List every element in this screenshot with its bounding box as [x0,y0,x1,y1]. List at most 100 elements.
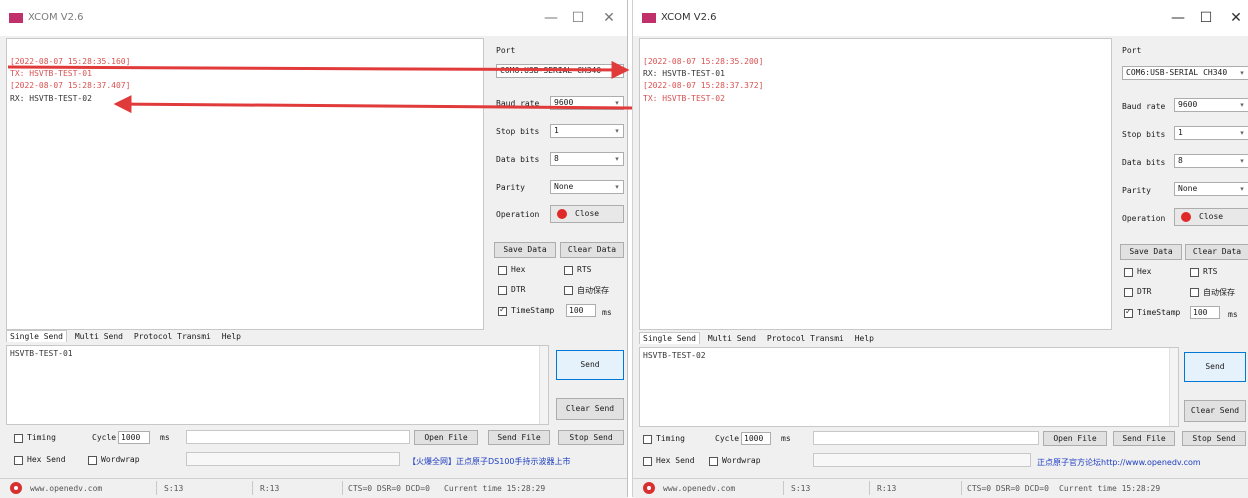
baud-rate-value: 9600 [554,98,574,107]
baud-rate-select[interactable]: 9600 ▾ [550,96,624,110]
receive-line: TX: HSVTB-TEST-01 [10,69,92,78]
timestamp-input[interactable]: 100 [1190,306,1220,319]
auto-save-checkbox[interactable] [564,286,573,295]
tab-single-send[interactable]: Single Send [639,332,700,344]
tab-help[interactable]: Help [852,333,877,344]
timing-checkbox[interactable] [14,434,23,443]
website-link[interactable]: www.openedv.com [663,484,735,493]
website-link[interactable]: www.openedv.com [30,484,102,493]
send-file-button[interactable]: Send File [1113,431,1175,446]
send-file-button[interactable]: Send File [488,430,550,445]
cycle-input[interactable]: 1000 [741,432,771,445]
settings-gear-icon[interactable] [643,482,655,494]
auto-save-checkbox[interactable] [1190,288,1199,297]
clear-data-button[interactable]: Clear Data [1185,244,1248,260]
send-text: HSVTB-TEST-02 [643,351,706,360]
dtr-checkbox[interactable] [498,286,507,295]
stop-bits-select[interactable]: 1 ▾ [1174,126,1248,140]
hex-send-label: Hex Send [27,455,66,464]
send-scrollbar[interactable] [539,346,548,424]
data-bits-select[interactable]: 8 ▾ [550,152,624,166]
parity-value: None [554,182,574,191]
close-port-button[interactable]: Close [550,205,624,223]
close-window-button[interactable]: ✕ [598,7,620,29]
app-logo-icon [9,13,23,23]
rts-checkbox[interactable] [1190,268,1199,277]
wordwrap-label: Wordwrap [101,455,140,464]
announcement-link[interactable]: 【火爆全网】正点原子DS100手持示波器上市 [408,456,571,467]
dtr-checkbox[interactable] [1124,288,1133,297]
cycle-label: Cycle [715,434,740,443]
received-count: R:13 [877,484,897,493]
xcom-window-left: XCOM V2.6 — ☐ ✕ [2022-08-07 15:28:35.160… [0,0,628,498]
minimize-button[interactable]: — [540,7,562,29]
close-window-button[interactable]: ✕ [1225,7,1247,29]
file-path-field[interactable] [813,431,1039,445]
hex-send-checkbox[interactable] [643,457,652,466]
progress-field [186,452,400,466]
clear-send-button[interactable]: Clear Send [556,398,624,420]
send-scrollbar[interactable] [1169,348,1178,426]
tab-multi-send[interactable]: Multi Send [72,331,126,342]
settings-panel: Port COM6:USB-SERIAL CH340 ▾ Baud rate 96… [1116,38,1248,328]
current-time: Current time 15:28:29 [1059,484,1161,493]
stop-send-button[interactable]: Stop Send [1182,431,1246,446]
tab-single-send[interactable]: Single Send [6,330,67,342]
wordwrap-checkbox[interactable] [88,456,97,465]
timestamp-checkbox[interactable] [498,305,507,316]
tab-help[interactable]: Help [219,331,244,342]
app-logo-icon [642,13,656,23]
settings-gear-icon[interactable] [10,482,22,494]
tab-protocol[interactable]: Protocol Transmi [764,333,847,344]
stop-bits-label: Stop bits [496,127,540,136]
receive-area[interactable]: [2022-08-07 15:28:35.200] RX: HSVTB-TEST… [639,38,1112,330]
hex-checkbox[interactable] [498,266,507,275]
stop-bits-select[interactable]: 1 ▾ [550,124,624,138]
port-select[interactable]: COM6:USB-SERIAL CH340 ▾ [1122,66,1248,80]
stop-send-button[interactable]: Stop Send [558,430,624,445]
stop-bits-value: 1 [554,126,559,135]
dtr-label: DTR [1137,287,1152,296]
data-bits-select[interactable]: 8 ▾ [1174,154,1248,168]
clear-data-button[interactable]: Clear Data [560,242,624,258]
maximize-button[interactable]: ☐ [1195,7,1217,29]
auto-save-label: 自动保存 [577,286,609,295]
send-input[interactable]: HSVTB-TEST-02 [639,347,1179,427]
close-port-button[interactable]: Close [1174,208,1248,226]
timestamp-input[interactable]: 100 [566,304,596,317]
save-data-button[interactable]: Save Data [494,242,556,258]
parity-select[interactable]: None ▾ [550,180,624,194]
title-bar[interactable]: XCOM V2.6 — ☐ ✕ [0,0,627,36]
rts-checkbox[interactable] [564,266,573,275]
wordwrap-checkbox[interactable] [709,457,718,466]
timestamp-checkbox[interactable] [1124,307,1133,318]
send-button[interactable]: Send [1184,352,1246,382]
hex-send-checkbox[interactable] [14,456,23,465]
cycle-input[interactable]: 1000 [118,431,150,444]
status-separator [869,481,870,495]
title-bar[interactable]: XCOM V2.6 — ☐ ✕ [633,0,1248,36]
port-label: Port [1122,46,1142,55]
data-bits-value: 8 [1178,156,1183,165]
clear-send-button[interactable]: Clear Send [1184,400,1246,422]
save-data-button[interactable]: Save Data [1120,244,1182,260]
sent-count: S:13 [164,484,184,493]
parity-select[interactable]: None ▾ [1174,182,1248,196]
file-path-field[interactable] [186,430,410,444]
minimize-button[interactable]: — [1167,7,1189,29]
receive-area[interactable]: [2022-08-07 15:28:35.160] TX: HSVTB-TEST… [6,38,484,330]
cycle-unit: ms [781,434,791,443]
tab-multi-send[interactable]: Multi Send [705,333,759,344]
hex-checkbox[interactable] [1124,268,1133,277]
tab-protocol[interactable]: Protocol Transmi [131,331,214,342]
send-button[interactable]: Send [556,350,624,380]
timing-checkbox[interactable] [643,435,652,444]
open-file-button[interactable]: Open File [1043,431,1107,446]
baud-rate-select[interactable]: 9600 ▾ [1174,98,1248,112]
announcement-link[interactable]: 正点原子官方论坛http://www.openedv.com [1037,457,1201,468]
maximize-button[interactable]: ☐ [567,7,589,29]
open-file-button[interactable]: Open File [414,430,478,445]
data-bits-label: Data bits [496,155,540,164]
send-input[interactable]: HSVTB-TEST-01 [6,345,549,425]
port-select[interactable]: COM6:USB-SERIAL CH340 ▾ [496,64,624,78]
